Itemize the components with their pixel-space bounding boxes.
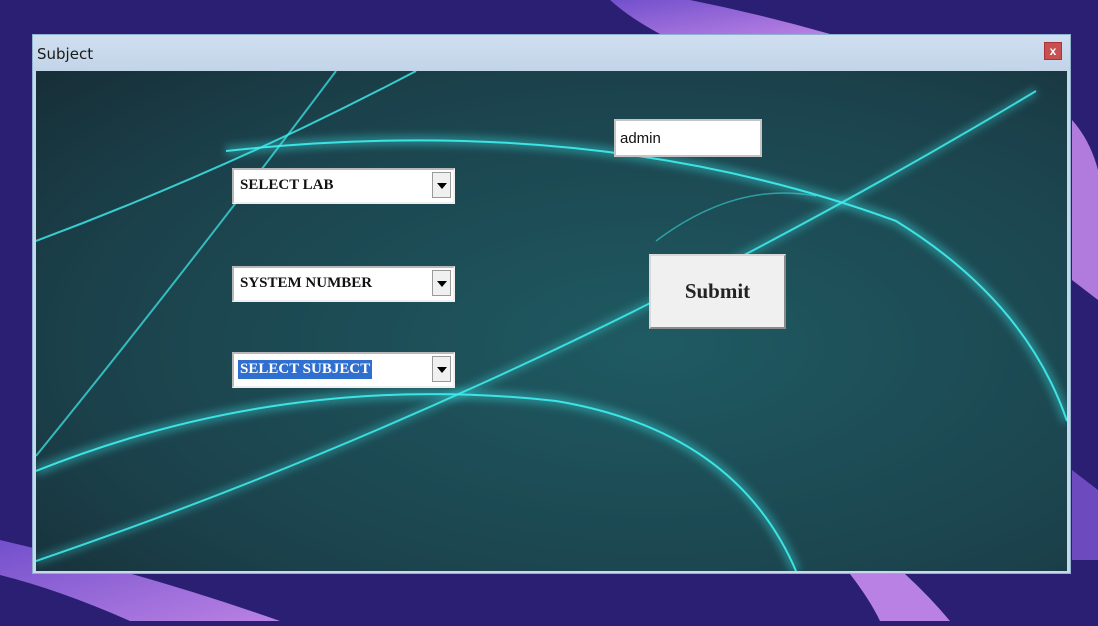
username-field[interactable] xyxy=(614,119,762,157)
select-subject-dropdown[interactable]: SELECT SUBJECT xyxy=(232,352,455,388)
select-lab-dropdown[interactable]: SELECT LAB xyxy=(232,168,455,204)
window-title: Subject xyxy=(37,45,94,63)
system-number-value: SYSTEM NUMBER xyxy=(240,275,373,291)
chevron-down-icon[interactable] xyxy=(432,356,451,382)
title-bar[interactable]: Subject x xyxy=(33,35,1070,71)
system-number-dropdown[interactable]: SYSTEM NUMBER xyxy=(232,266,455,302)
chevron-down-icon[interactable] xyxy=(432,172,451,198)
chevron-down-icon[interactable] xyxy=(432,270,451,296)
select-subject-value: SELECT SUBJECT xyxy=(238,360,373,379)
close-button[interactable]: x xyxy=(1044,42,1062,60)
form-area: SELECT LAB SYSTEM NUMBER SELECT SUBJECT … xyxy=(36,71,1067,571)
subject-window: Subject x SELECT LAB SYSTEM NUMBER SELEC… xyxy=(32,34,1071,574)
select-lab-value: SELECT LAB xyxy=(240,177,334,193)
abstract-background xyxy=(36,71,1067,571)
submit-button[interactable]: Submit xyxy=(649,254,786,329)
